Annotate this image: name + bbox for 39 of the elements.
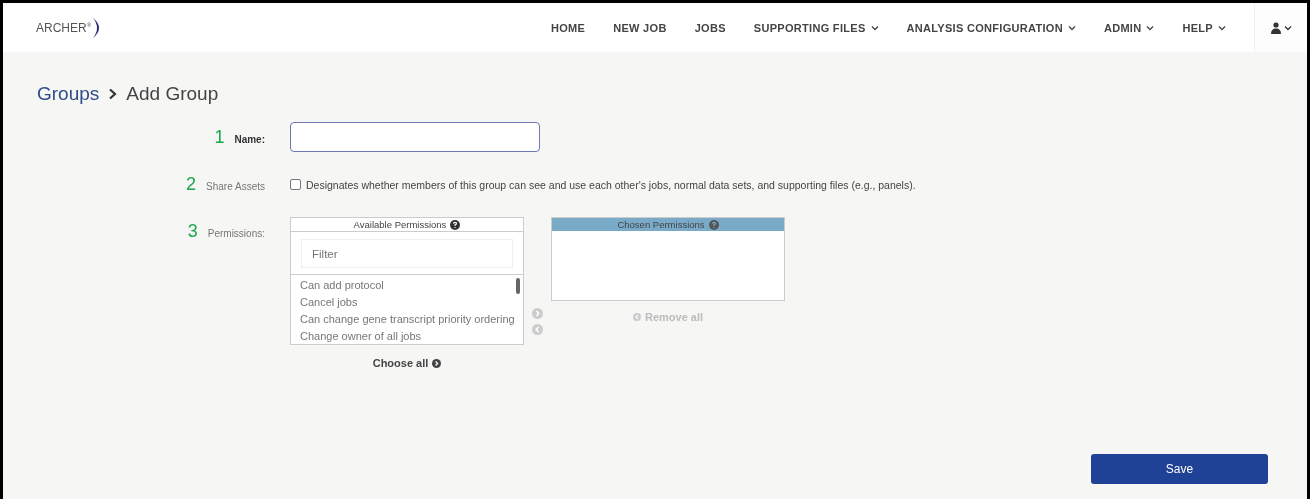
caret-icon xyxy=(1283,24,1292,31)
permission-item[interactable]: Cancel jobs xyxy=(300,294,523,311)
arrow-left-icon xyxy=(632,313,641,321)
permission-item[interactable]: Can change gene transcript priority ordering xyxy=(300,311,523,328)
caret-icon xyxy=(1218,24,1226,31)
field-label: Share Assets xyxy=(206,181,265,192)
field-label: Name: xyxy=(234,133,265,145)
nav-link[interactable]: HOME xyxy=(551,21,586,34)
panel-title: Chosen Permissions xyxy=(617,219,705,230)
checkbox-description: Designates whether members of this group can see and use each other's jobs, normal data sets, and supporting files (e.g., panels). xyxy=(306,178,916,191)
nav-link[interactable]: JOBS xyxy=(694,21,726,34)
caret-icon xyxy=(1146,24,1155,31)
save-button[interactable]: Save xyxy=(1091,454,1268,484)
user-icon xyxy=(1270,21,1281,34)
step-number: 1 xyxy=(214,126,225,148)
choose-all-link[interactable]: Choose all xyxy=(372,357,442,369)
nav-link[interactable]: HELP xyxy=(1182,21,1226,34)
caret-icon xyxy=(870,24,879,31)
arrow-right-icon xyxy=(432,358,442,368)
breadcrumb-link[interactable]: Groups xyxy=(37,83,100,105)
checkbox[interactable] xyxy=(290,179,301,190)
permission-item[interactable]: Can add protocol xyxy=(300,277,523,294)
nav-link[interactable]: ANALYSIS CONFIGURATION xyxy=(906,21,1076,34)
caret-icon xyxy=(1067,24,1076,31)
name-input-field[interactable] xyxy=(290,122,540,152)
nav-link[interactable]: ADMIN xyxy=(1103,21,1155,34)
step-number: 2 xyxy=(186,174,197,195)
nav-link[interactable]: SUPPORTING FILES xyxy=(753,21,879,34)
filter-input-field[interactable]: Filter xyxy=(301,239,513,268)
logo-text: ARCHER$^{®}$ xyxy=(36,20,92,35)
nav-link[interactable]: NEW JOB xyxy=(613,21,667,34)
help-icon[interactable] xyxy=(450,219,461,230)
step-number: 3 xyxy=(187,221,198,242)
permission-item[interactable]: Change owner of all jobs xyxy=(300,328,523,344)
panel-title: Available Permissions xyxy=(353,219,447,230)
chevron-right-icon xyxy=(108,88,118,100)
scrollbar-thumb[interactable] xyxy=(516,278,520,294)
field-label: Permissions: xyxy=(207,228,265,239)
page-title: Add Group xyxy=(126,83,219,105)
